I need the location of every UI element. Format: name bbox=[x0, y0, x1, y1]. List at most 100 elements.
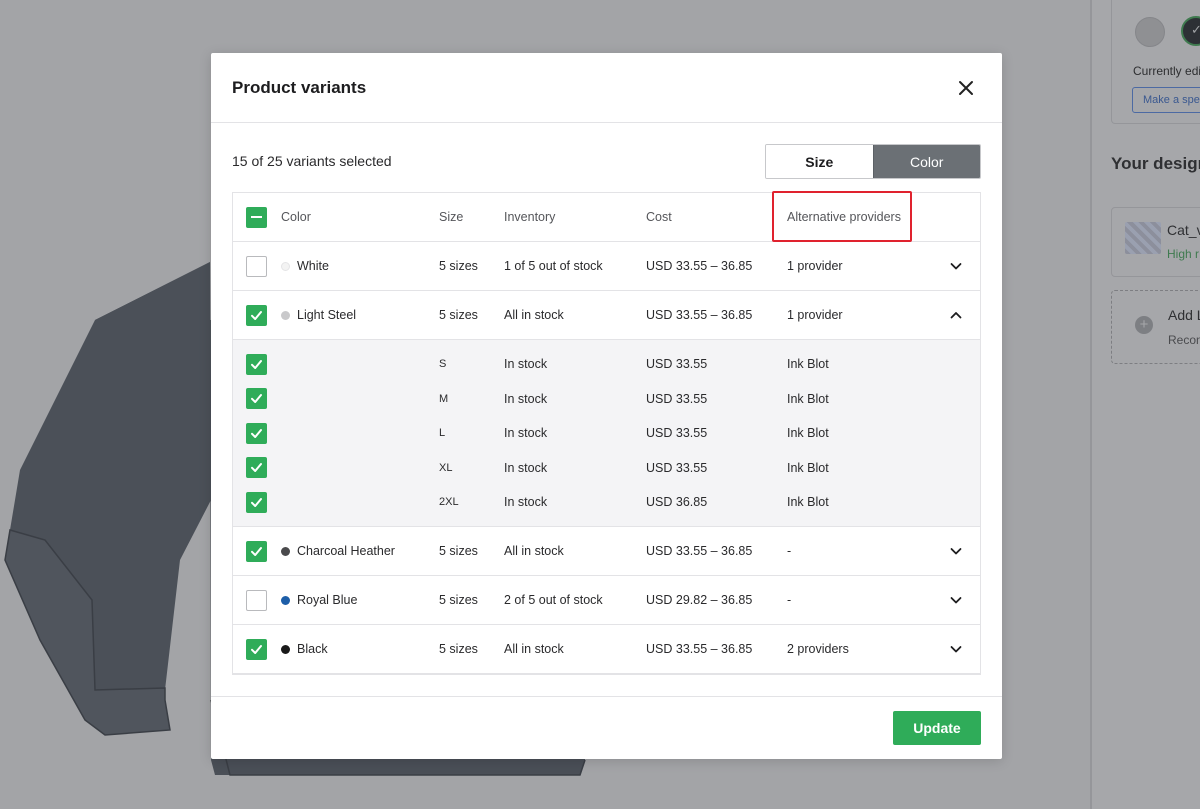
alternative-provider: Ink Blot bbox=[787, 357, 829, 371]
add-layer-subtitle: Recon bbox=[1168, 333, 1200, 347]
inventory-status: In stock bbox=[504, 391, 548, 406]
update-button[interactable]: Update bbox=[893, 711, 981, 745]
check-icon bbox=[251, 359, 262, 369]
expand-toggle-button[interactable] bbox=[945, 255, 967, 277]
inventory-status: All in stock bbox=[504, 642, 564, 656]
variant-row[interactable]: Royal Blue 5 sizes 2 of 5 out of stock USD … bbox=[233, 576, 980, 625]
variant-checkbox[interactable] bbox=[246, 589, 267, 611]
size-variant-checkbox[interactable] bbox=[246, 491, 267, 513]
inventory-status: In stock bbox=[504, 460, 548, 475]
design-resolution-label: High r bbox=[1167, 247, 1200, 261]
variant-row[interactable]: Light Steel 5 sizes All in stock USD 33.55 … bbox=[233, 291, 980, 340]
color-name: Charcoal Heather bbox=[297, 544, 395, 558]
expand-toggle-button[interactable] bbox=[945, 638, 967, 660]
expand-toggle-button[interactable] bbox=[945, 589, 967, 611]
variant-checkbox[interactable] bbox=[246, 638, 267, 660]
check-icon bbox=[251, 310, 262, 320]
size-label: S bbox=[439, 358, 447, 370]
close-button[interactable] bbox=[953, 75, 979, 101]
column-header-size: Size bbox=[439, 210, 464, 224]
inventory-status: In stock bbox=[504, 357, 548, 371]
add-layer-card[interactable] bbox=[1111, 290, 1200, 364]
alternative-providers: - bbox=[787, 593, 792, 607]
cost-range: USD 29.82 – 36.85 bbox=[646, 593, 753, 607]
cost-value: USD 33.55 bbox=[646, 426, 708, 440]
color-name: Black bbox=[297, 642, 328, 656]
size-variant-row[interactable]: M In stock USD 33.55 Ink Blot bbox=[233, 382, 980, 416]
color-dot bbox=[281, 644, 290, 654]
column-header-color: Color bbox=[281, 210, 311, 224]
variant-row[interactable]: Charcoal Heather 5 sizes All in stock USD 3… bbox=[233, 527, 980, 576]
size-count: 5 sizes bbox=[439, 544, 478, 558]
check-icon: ✓ bbox=[1191, 22, 1200, 37]
expand-toggle-button[interactable] bbox=[945, 540, 967, 562]
size-variant-checkbox[interactable] bbox=[246, 388, 267, 409]
color-dot bbox=[281, 595, 290, 605]
size-label: 2XL bbox=[439, 496, 459, 508]
alternative-providers: - bbox=[787, 544, 792, 558]
size-variant-row[interactable]: 2XL In stock USD 36.85 Ink Blot bbox=[233, 485, 980, 519]
footer-divider bbox=[211, 696, 1002, 697]
variant-checkbox[interactable] bbox=[246, 304, 267, 326]
color-swatch-grey[interactable] bbox=[1135, 17, 1165, 47]
inventory-status: In stock bbox=[504, 495, 548, 509]
variant-row[interactable]: White 5 sizes 1 of 5 out of stock USD 33.55… bbox=[233, 242, 980, 291]
column-header-alternative-providers: Alternative providers bbox=[787, 210, 901, 224]
size-label: M bbox=[439, 392, 449, 405]
chevron-down-icon bbox=[950, 548, 962, 555]
size-variant-row[interactable]: L In stock USD 33.55 Ink Blot bbox=[233, 416, 980, 450]
inventory-status: All in stock bbox=[504, 544, 564, 558]
inventory-status: All in stock bbox=[504, 308, 564, 322]
expand-toggle-button[interactable] bbox=[945, 304, 967, 326]
modal-title: Product variants bbox=[232, 78, 367, 97]
cost-range: USD 33.55 – 36.85 bbox=[646, 642, 753, 656]
selected-variants-count: 15 of 25 variants selected bbox=[232, 153, 392, 169]
chevron-up-icon bbox=[950, 312, 962, 319]
make-specific-button[interactable]: Make a spe bbox=[1132, 87, 1200, 113]
table-header: Color Size Inventory Cost Alternative pr… bbox=[233, 193, 980, 242]
add-layer-title: Add L bbox=[1168, 307, 1200, 323]
cost-value: USD 33.55 bbox=[646, 460, 708, 475]
size-variant-row[interactable]: XL In stock USD 33.55 Ink Blot bbox=[233, 451, 980, 485]
chevron-down-icon bbox=[950, 597, 962, 604]
alternative-provider: Ink Blot bbox=[787, 391, 829, 406]
inventory-status: In stock bbox=[504, 426, 548, 440]
check-icon bbox=[251, 428, 262, 438]
size-count: 5 sizes bbox=[439, 308, 478, 322]
color-dot bbox=[281, 261, 290, 271]
check-icon bbox=[251, 644, 262, 654]
light-steel-size-breakdown: S In stock USD 33.55 Ink Blot M In stock USD 3… bbox=[233, 340, 980, 527]
variant-row[interactable]: Black 5 sizes All in stock USD 33.55 – 36.8… bbox=[233, 625, 980, 674]
select-all-checkbox[interactable] bbox=[246, 206, 267, 228]
design-file-name: Cat_v bbox=[1167, 222, 1200, 238]
size-variant-checkbox[interactable] bbox=[246, 422, 267, 444]
size-label: L bbox=[439, 427, 446, 439]
toggle-color-button[interactable]: Color bbox=[872, 145, 980, 178]
size-label: XL bbox=[439, 461, 453, 474]
column-header-inventory: Inventory bbox=[504, 210, 556, 224]
close-icon bbox=[959, 81, 973, 95]
design-thumbnail bbox=[1125, 222, 1161, 254]
chevron-down-icon bbox=[950, 263, 962, 270]
check-icon bbox=[251, 546, 262, 556]
alternative-providers: 2 providers bbox=[787, 642, 849, 656]
size-variant-row[interactable]: S In stock USD 33.55 Ink Blot bbox=[233, 347, 980, 381]
chevron-down-icon bbox=[950, 646, 962, 653]
variant-checkbox[interactable] bbox=[246, 540, 267, 562]
variants-table: Color Size Inventory Cost Alternative pr… bbox=[232, 192, 981, 675]
size-variant-checkbox[interactable] bbox=[246, 457, 267, 478]
cost-value: USD 33.55 bbox=[646, 357, 708, 371]
alternative-providers: 1 provider bbox=[787, 259, 843, 273]
alternative-providers: 1 provider bbox=[787, 308, 843, 322]
variant-checkbox[interactable] bbox=[246, 255, 267, 277]
inventory-status: 1 of 5 out of stock bbox=[504, 259, 603, 273]
size-count: 5 sizes bbox=[439, 593, 478, 607]
header-divider bbox=[211, 122, 1002, 123]
color-name: White bbox=[297, 259, 329, 273]
size-count: 5 sizes bbox=[439, 642, 478, 656]
toggle-size-button[interactable]: Size bbox=[766, 145, 873, 178]
color-name: Light Steel bbox=[297, 308, 357, 322]
inventory-status: 2 of 5 out of stock bbox=[504, 593, 603, 607]
size-variant-checkbox[interactable] bbox=[246, 353, 267, 375]
your-design-heading: Your design bbox=[1111, 154, 1200, 173]
